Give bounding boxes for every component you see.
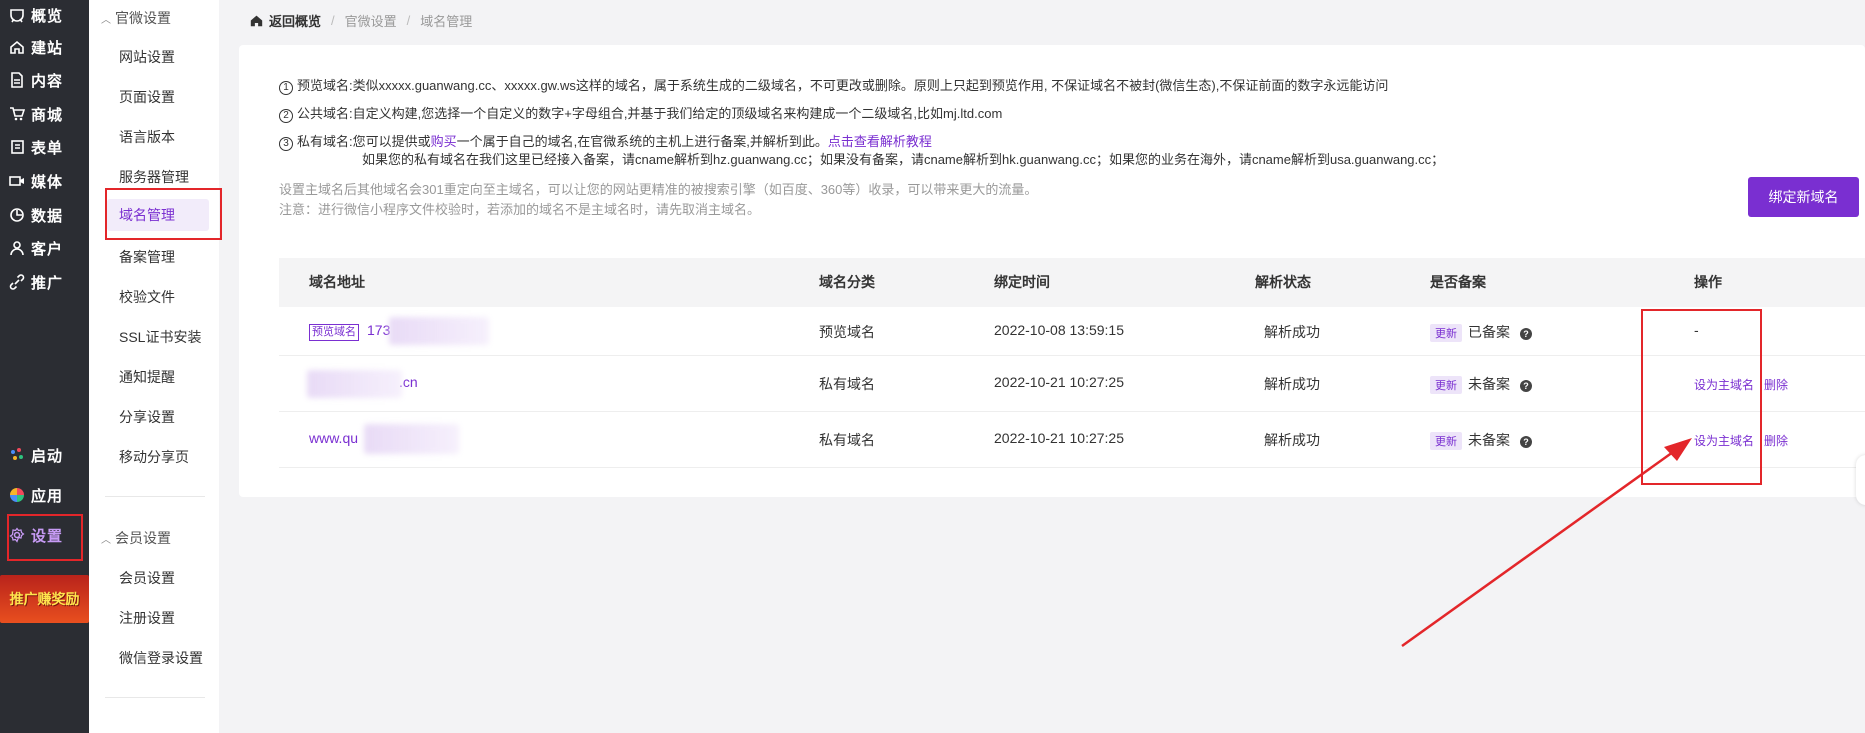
annotation-arrow	[1401, 438, 1692, 648]
